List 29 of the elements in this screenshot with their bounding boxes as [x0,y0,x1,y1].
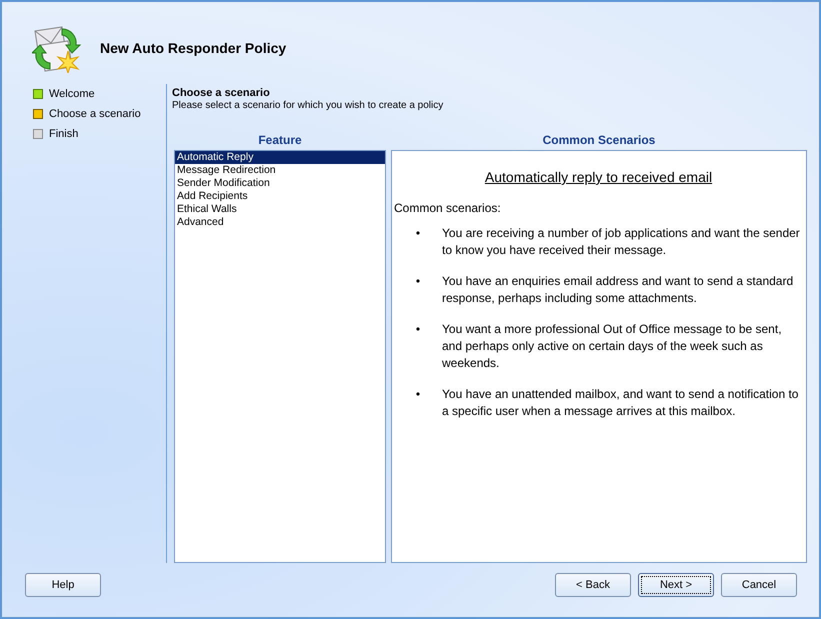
scenario-text: You want a more professional Out of Office message to be sent, and perhaps only active on certain days of the week such as weekends. [442,321,783,372]
scenario-text: You have an enquiries email address and want to send a standard response, perhaps including some attachments. [442,273,794,307]
bullet: • [414,386,422,403]
bullet: • [414,321,422,338]
feature-item[interactable]: Ethical Walls [175,203,385,216]
wizard-nav-button[interactable]: Next > [638,573,714,597]
bullet: • [414,273,422,290]
feature-list[interactable]: Automatic Reply Message Redirection Sender Modification Add Recipients Ethical Walls Advanced [174,150,386,563]
help-button[interactable]: Help [25,573,101,597]
scenario-intro: Common scenarios: [394,200,502,217]
feature-item[interactable]: Message Redirection [175,164,385,177]
scenario-text: You have an unattended mailbox, and want to send a notification to a specific user when a message arrives at this mailbox. [442,386,800,420]
page-heading: Choose a scenario [172,87,271,99]
scenario-text: You are receiving a number of job applications and want the sender to know you have received their message. [442,225,801,259]
feature-item[interactable]: Add Recipients [175,190,385,203]
scenario-heading: Automatically reply to received email [484,169,714,186]
step-label: Welcome [49,88,95,100]
feature-item[interactable]: Advanced [175,216,385,229]
window-title: New Auto Responder Policy [100,40,286,56]
bullet: • [414,225,422,242]
feature-item[interactable]: Automatic Reply [175,151,385,164]
column-title: Feature [257,133,303,149]
page-subtitle: Please select a scenario for which you wish to create a policy [172,100,444,111]
wizard-nav-button[interactable]: Cancel [721,573,797,597]
step-label: Choose a scenario [49,108,141,120]
column-title: Common Scenarios [542,133,656,149]
feature-item[interactable]: Sender Modification [175,177,385,190]
wizard-nav-button[interactable]: < Back [555,573,631,597]
step-label: Finish [49,128,78,140]
